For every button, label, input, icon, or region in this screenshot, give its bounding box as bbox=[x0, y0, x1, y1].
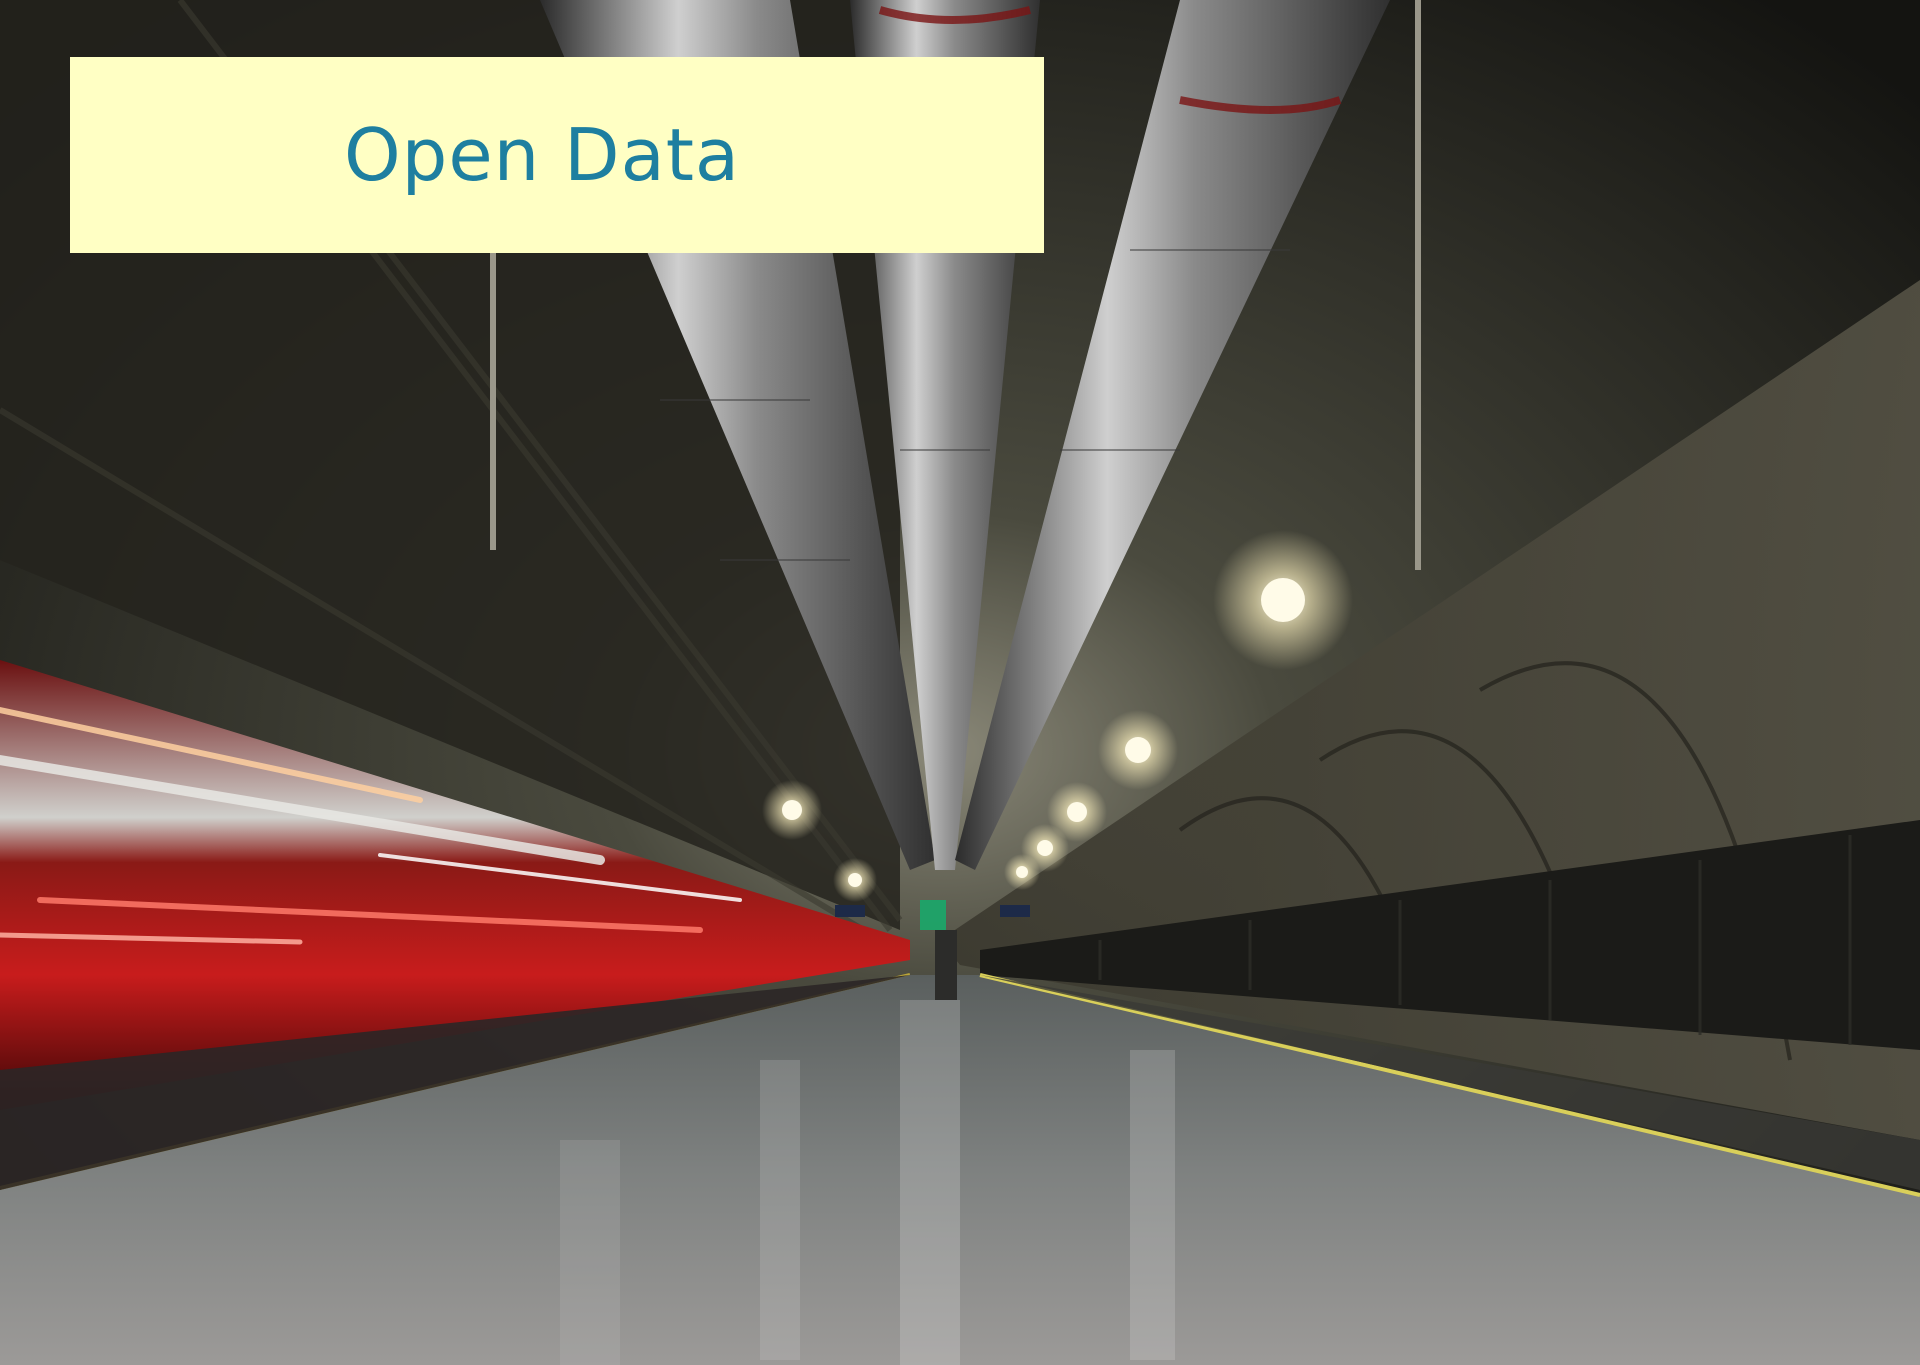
banner-title: Open Data bbox=[343, 113, 741, 197]
title-banner: Open Data bbox=[70, 57, 1044, 253]
station-photo: Open Data bbox=[0, 0, 1920, 1365]
